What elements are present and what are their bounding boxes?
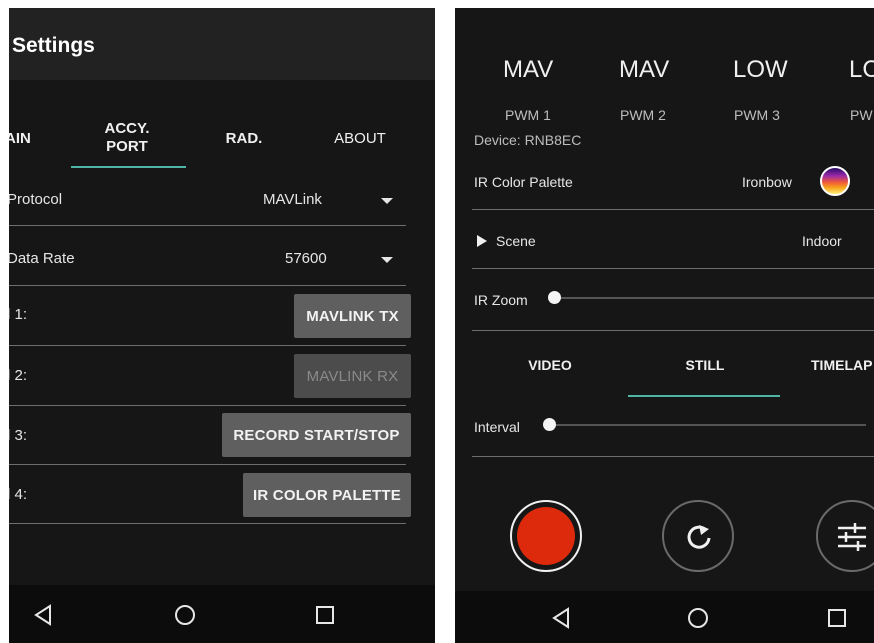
slider-track: [555, 297, 874, 299]
pwm-3-value: LOW: [733, 56, 788, 83]
channel-3-label: l 3:: [9, 427, 28, 444]
record-button[interactable]: [510, 500, 582, 572]
tab-indicator: [71, 166, 186, 168]
divider: [472, 268, 874, 269]
tab-still[interactable]: STILL: [665, 357, 745, 373]
data-rate-label: Data Rate: [9, 250, 75, 267]
refresh-button[interactable]: [662, 500, 734, 572]
slider-thumb[interactable]: [548, 291, 561, 304]
divider: [472, 209, 874, 210]
protocol-dropdown[interactable]: MAVLink: [249, 183, 399, 217]
tab-rad[interactable]: RAD.: [214, 130, 274, 147]
divider: [9, 464, 406, 465]
app-bar: Settings: [9, 8, 435, 80]
pwm-4-label: PW: [850, 107, 873, 123]
pwm-1-label: PWM 1: [505, 107, 551, 123]
tab-accy-port[interactable]: ACCY. PORT: [72, 120, 182, 156]
data-rate-value: 57600: [285, 250, 327, 267]
recents-square-icon[interactable]: [315, 605, 335, 625]
slider-track: [550, 424, 866, 426]
scene-value: Indoor: [802, 233, 842, 249]
protocol-label: Protocol: [9, 191, 63, 208]
data-rate-dropdown[interactable]: 57600: [271, 242, 399, 276]
tab-timelapse[interactable]: TIMELAP: [811, 357, 874, 373]
page-title: Settings: [12, 34, 95, 57]
refresh-icon: [687, 525, 711, 549]
home-circle-icon[interactable]: [174, 604, 196, 626]
protocol-value: MAVLink: [263, 191, 322, 208]
ir-zoom-label: IR Zoom: [474, 292, 528, 308]
navigation-bar: [9, 585, 435, 643]
palette-selector[interactable]: Ironbow: [740, 163, 874, 201]
navigation-bar: [455, 591, 874, 643]
device-id: Device: RNB8EC: [474, 132, 582, 148]
sliders-icon: [838, 523, 866, 551]
divider: [9, 285, 406, 286]
ir-color-palette-button[interactable]: IR COLOR PALETTE: [243, 473, 411, 517]
pwm-2-label: PWM 2: [620, 107, 666, 123]
pwm-4-value: LC: [849, 56, 874, 83]
home-circle-icon[interactable]: [687, 607, 709, 629]
divider: [9, 523, 406, 524]
ir-zoom-slider[interactable]: [545, 288, 874, 308]
tab-main[interactable]: AIN: [9, 130, 45, 147]
divider: [9, 345, 406, 346]
channel-2-label: l 2:: [9, 367, 28, 384]
caret-down-icon: [381, 257, 393, 263]
divider: [9, 225, 406, 226]
ironbow-palette-icon: [820, 166, 850, 196]
channel-4-label: l 4:: [9, 486, 28, 503]
tab-about[interactable]: ABOUT: [325, 130, 395, 147]
divider: [9, 405, 406, 406]
settings-screen: Settings AIN ACCY. PORT RAD. ABOUT Proto…: [9, 8, 435, 643]
scene-label: Scene: [496, 233, 536, 249]
caret-down-icon: [381, 198, 393, 204]
divider: [472, 456, 874, 457]
pwm-2-value: MAV: [619, 56, 670, 83]
mavlink-tx-button[interactable]: MAVLINK TX: [294, 294, 411, 338]
record-start-stop-button[interactable]: RECORD START/STOP: [222, 413, 411, 457]
record-icon: [517, 507, 575, 565]
back-triangle-icon[interactable]: [33, 604, 55, 626]
settings-button[interactable]: [816, 500, 874, 572]
interval-label: Interval: [474, 419, 520, 435]
channel-1-label: l 1:: [9, 306, 28, 323]
pwm-1-value: MAV: [503, 56, 554, 83]
back-triangle-icon[interactable]: [551, 607, 573, 629]
camera-control-screen: MAV MAV LOW LC PWM 1 PWM 2 PWM 3 PW Devi…: [455, 8, 874, 643]
slider-thumb[interactable]: [543, 418, 556, 431]
mavlink-rx-button[interactable]: MAVLINK RX: [294, 354, 411, 398]
scene-row[interactable]: Scene Indoor: [472, 226, 874, 256]
interval-slider[interactable]: [540, 415, 874, 435]
recents-square-icon[interactable]: [827, 608, 847, 628]
palette-value: Ironbow: [742, 174, 792, 190]
ir-color-palette-label: IR Color Palette: [474, 174, 573, 190]
tab-video[interactable]: VIDEO: [515, 357, 585, 373]
tab-indicator: [628, 395, 780, 397]
play-triangle-icon: [477, 235, 487, 247]
pwm-3-label: PWM 3: [734, 107, 780, 123]
divider: [472, 330, 874, 331]
